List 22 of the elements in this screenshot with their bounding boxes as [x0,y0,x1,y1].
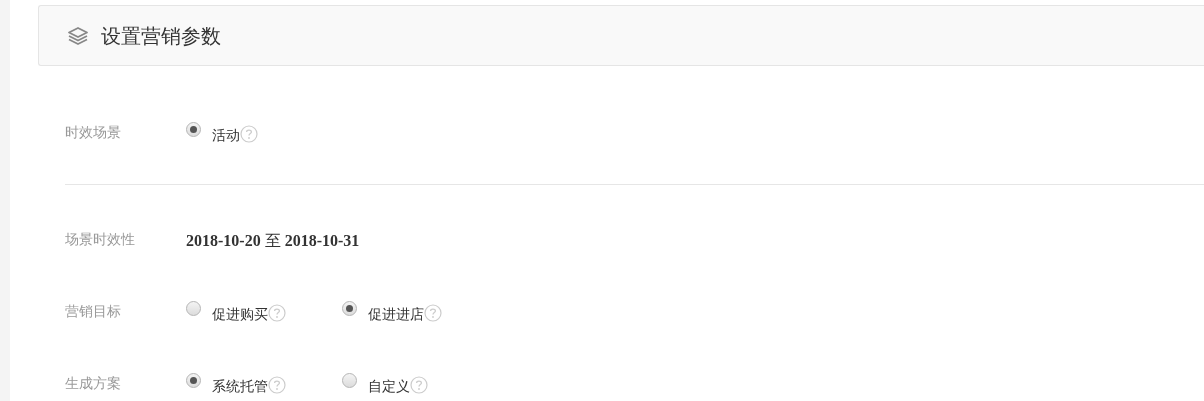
field-label: 营销目标 [65,302,122,321]
radio-button[interactable] [186,373,201,388]
date-range: 2018-10-20 至 2018-10-31 [186,231,360,251]
option-label[interactable]: 自定义 [368,376,410,397]
field-label: 场景时效性 [65,230,136,249]
help-icon[interactable] [268,304,286,322]
radio-button[interactable] [342,301,357,316]
help-icon[interactable] [240,125,258,143]
radio-button[interactable] [186,122,201,137]
radio-button[interactable] [186,301,201,316]
field-label: 时效场景 [65,123,122,142]
option-label[interactable]: 系统托管 [212,376,268,397]
option-label[interactable]: 促进进店 [368,304,424,325]
radio-button[interactable] [342,373,357,388]
help-icon[interactable] [424,304,442,322]
field-label: 生成方案 [65,374,122,393]
help-icon[interactable] [268,376,286,394]
option-label[interactable]: 促进购买 [212,304,268,325]
help-icon[interactable] [410,376,428,394]
section-title: 设置营销参数 [101,23,221,49]
option-label[interactable]: 活动 [212,125,240,146]
layers-icon [67,25,89,46]
